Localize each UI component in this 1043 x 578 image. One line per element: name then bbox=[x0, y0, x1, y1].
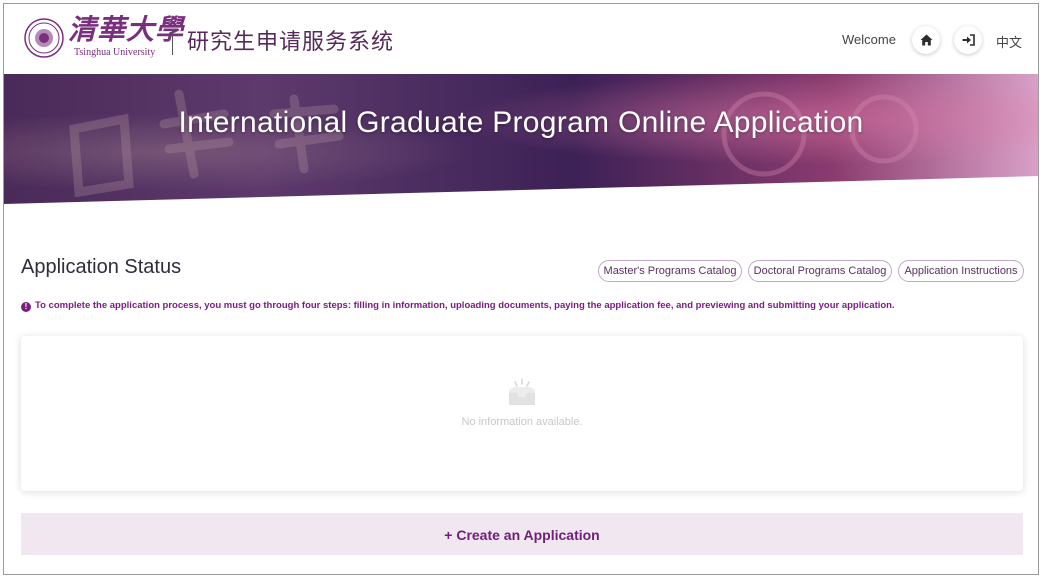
section-title: Application Status bbox=[21, 256, 182, 278]
welcome-text: Welcome bbox=[842, 32, 896, 47]
banner-title: International Graduate Program Online Ap… bbox=[178, 106, 864, 139]
empty-inbox-icon bbox=[509, 378, 535, 405]
logo-chinese-text[interactable]: 清華大學 bbox=[68, 12, 184, 48]
top-header: 清華大學 Tsinghua University 研究生申请服务系统 Welco… bbox=[4, 4, 1038, 74]
tsinghua-seal-icon bbox=[24, 18, 64, 58]
process-notice: ! To complete the application process, yo… bbox=[21, 300, 895, 312]
header-divider bbox=[172, 29, 173, 55]
home-icon bbox=[920, 34, 932, 46]
login-button[interactable] bbox=[954, 26, 982, 54]
applications-list-card: No information available. bbox=[21, 336, 1023, 491]
language-switch[interactable]: 中文 bbox=[996, 32, 1022, 51]
masters-catalog-link[interactable]: Master's Programs Catalog bbox=[598, 260, 742, 282]
page-frame: 清華大學 Tsinghua University 研究生申请服务系统 Welco… bbox=[3, 3, 1039, 575]
doctoral-catalog-link[interactable]: Doctoral Programs Catalog bbox=[748, 260, 892, 282]
logo-english-text: Tsinghua University bbox=[74, 47, 156, 58]
exclamation-circle-icon: ! bbox=[21, 302, 31, 312]
system-name: 研究生申请服务系统 bbox=[187, 29, 395, 54]
notice-text: To complete the application process, you… bbox=[35, 300, 895, 311]
banner-background bbox=[4, 74, 1038, 204]
sign-in-icon bbox=[962, 34, 975, 46]
home-button[interactable] bbox=[912, 26, 940, 54]
empty-state-text: No information available. bbox=[461, 416, 583, 428]
application-instructions-link[interactable]: Application Instructions bbox=[898, 260, 1024, 282]
create-application-button[interactable]: + Create an Application bbox=[21, 513, 1023, 555]
hero-banner: International Graduate Program Online Ap… bbox=[4, 74, 1038, 214]
